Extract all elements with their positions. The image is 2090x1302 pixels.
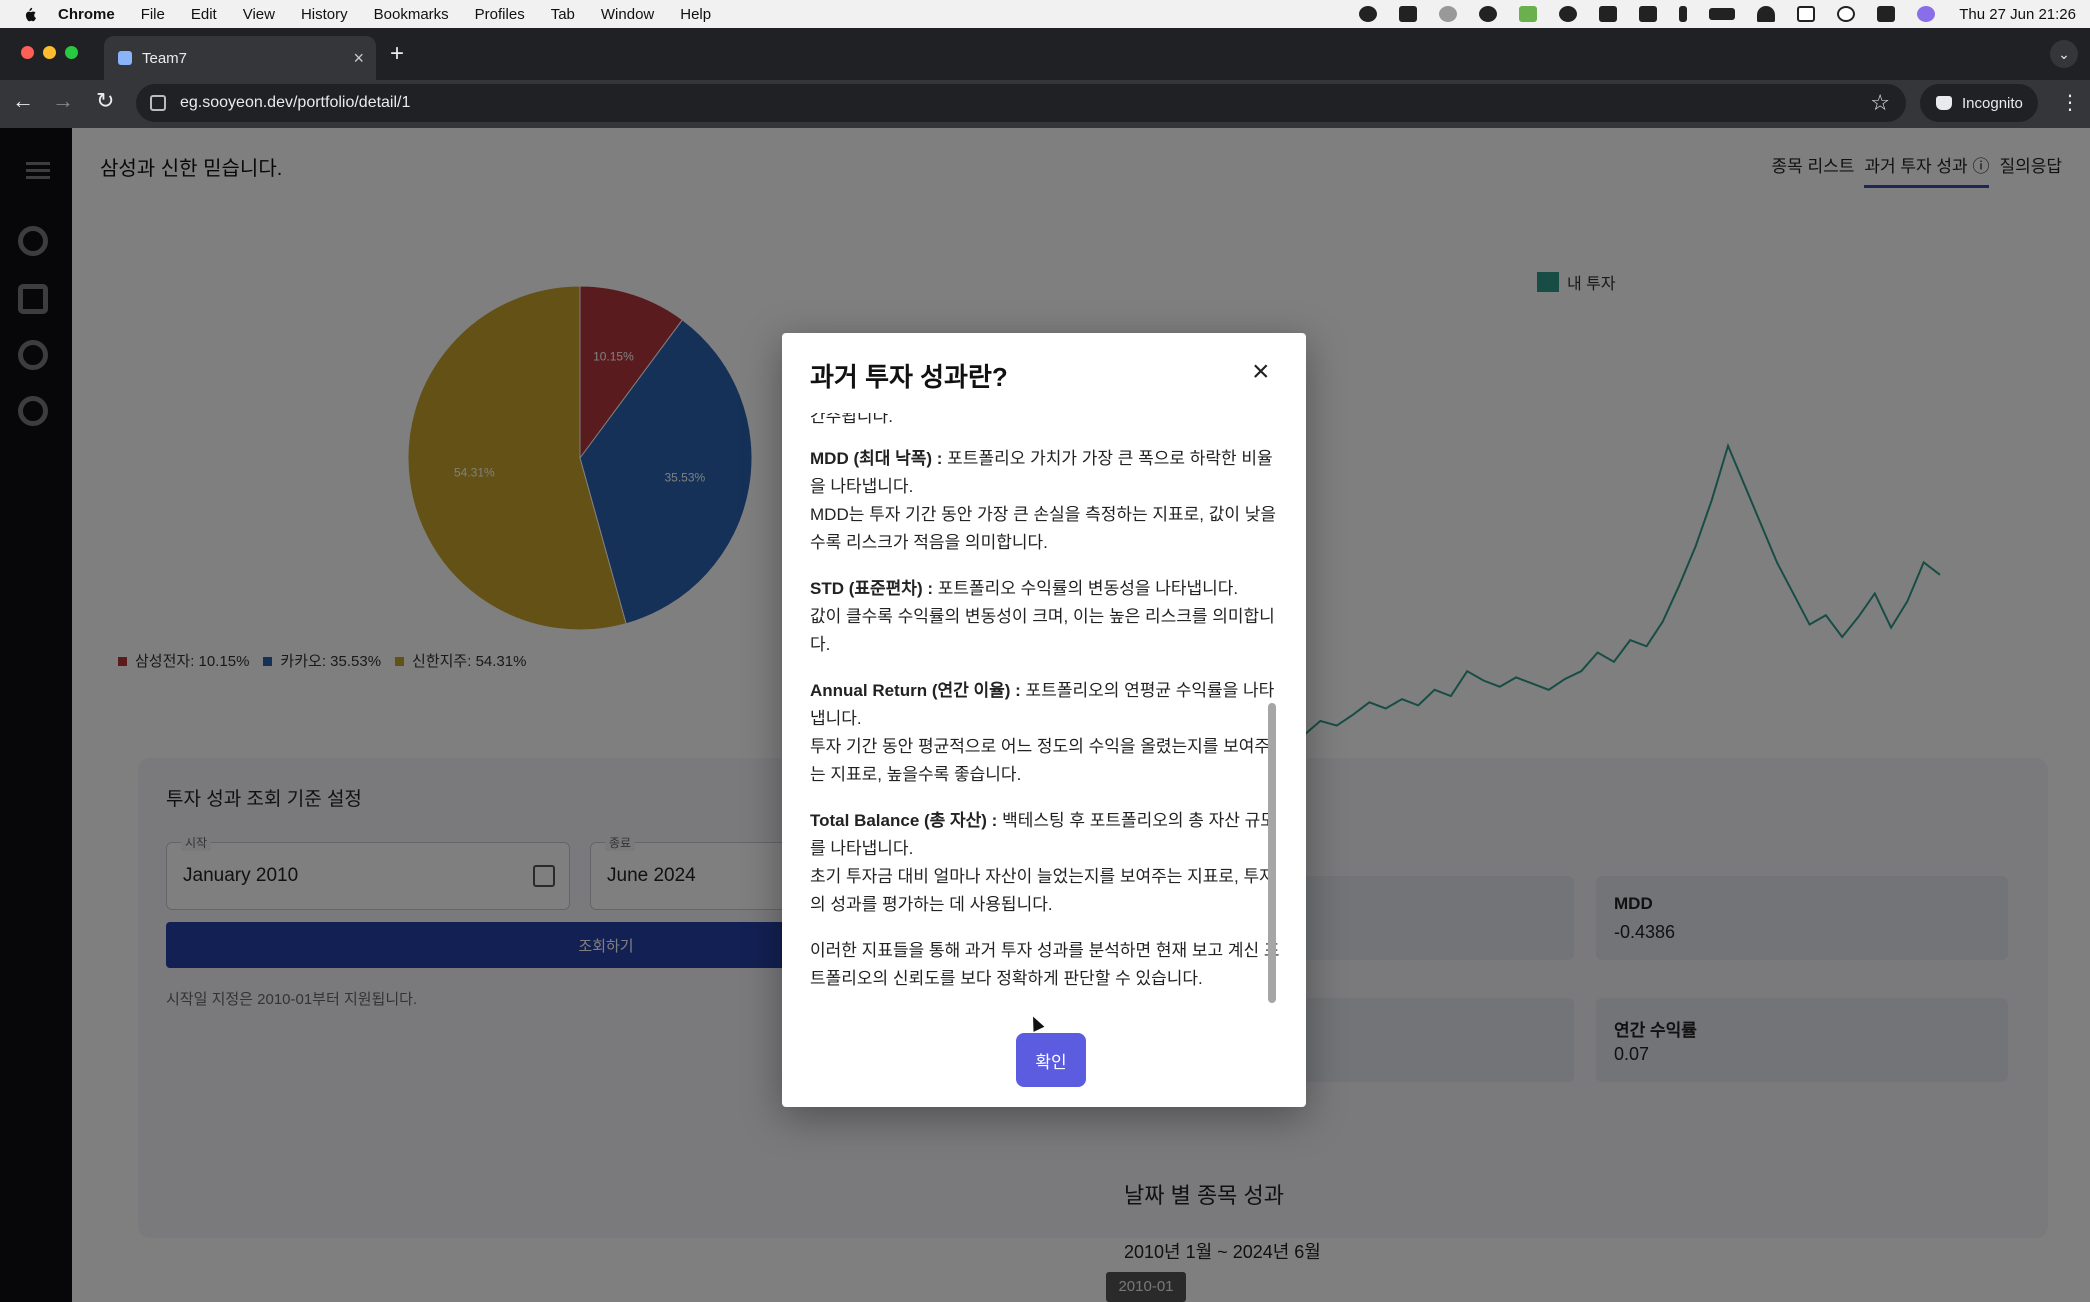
incognito-label: Incognito xyxy=(1962,94,2023,112)
menu-view[interactable]: View xyxy=(243,6,275,23)
metric-text: 포트폴리오 수익률의 변동성을 나타냅니다. xyxy=(933,579,1239,598)
siri-icon[interactable] xyxy=(1917,6,1936,22)
bluetooth-icon[interactable] xyxy=(1679,6,1688,22)
metric-description: MDD (최대 낙폭) : 포트폴리오 가치가 가장 큰 폭으로 하락한 비율을… xyxy=(810,445,1280,557)
menu-profiles[interactable]: Profiles xyxy=(475,6,525,23)
new-tab-button[interactable]: + xyxy=(390,40,404,68)
modal-body[interactable]: 간주됩니다. MDD (최대 낙폭) : 포트폴리오 가치가 가장 큰 폭으로 … xyxy=(810,413,1280,1003)
confirm-button[interactable]: 확인 xyxy=(1016,1033,1086,1087)
apple-icon[interactable] xyxy=(20,5,38,23)
tray-app-icon[interactable] xyxy=(1479,6,1498,22)
battery-icon[interactable] xyxy=(1709,8,1736,20)
metric-term: STD (표준편차) : xyxy=(810,579,933,598)
tray-app-icon[interactable] xyxy=(1519,6,1538,22)
tab-title: Team7 xyxy=(142,49,188,67)
tab-search-button[interactable]: ⌄ xyxy=(2050,40,2078,68)
site-info-icon[interactable] xyxy=(150,95,166,111)
tray-app-icon[interactable] xyxy=(1559,6,1578,22)
metric-description: STD (표준편차) : 포트폴리오 수익률의 변동성을 나타냅니다. 값이 클… xyxy=(810,575,1280,659)
control-center-icon[interactable] xyxy=(1877,6,1896,22)
spotlight-icon[interactable] xyxy=(1837,6,1856,22)
back-button[interactable]: ← xyxy=(12,88,34,114)
macos-menubar: Chrome File Edit View History Bookmarks … xyxy=(0,0,2090,28)
menu-help[interactable]: Help xyxy=(680,6,711,23)
modal-title: 과거 투자 성과란? xyxy=(810,362,1008,392)
chrome-menu-icon[interactable]: ⋮ xyxy=(2060,90,2080,115)
metric-detail: 투자 기간 동안 평균적으로 어느 정도의 수익을 올렸는지를 보여주는 지표로… xyxy=(810,737,1271,784)
menu-file[interactable]: File xyxy=(141,6,165,23)
menu-tab[interactable]: Tab xyxy=(551,6,575,23)
reload-button[interactable]: ↻ xyxy=(96,88,114,114)
url-text: eg.sooyeon.dev/portfolio/detail/1 xyxy=(180,94,411,111)
record-icon[interactable] xyxy=(1359,6,1378,22)
metric-detail: 초기 투자금 대비 얼마나 자산이 늘었는지를 보여주는 지표로, 투자의 성과… xyxy=(810,867,1275,914)
incognito-icon xyxy=(1936,96,1952,110)
close-window-button[interactable] xyxy=(21,46,34,59)
metric-term: MDD (최대 낙폭) : xyxy=(810,449,943,468)
closing-text: 이러한 지표들을 통해 과거 투자 성과를 분석하면 현재 보고 계신 포트폴리… xyxy=(810,941,1280,988)
info-modal: 과거 투자 성과란? × 간주됩니다. MDD (최대 낙폭) : 포트폴리오 … xyxy=(782,333,1306,1107)
metric-term: Annual Return (연간 이율) : xyxy=(810,681,1021,700)
close-icon[interactable]: × xyxy=(1252,355,1270,389)
browser-tab[interactable]: Team7 × xyxy=(104,36,376,80)
shield-icon[interactable] xyxy=(1599,6,1618,22)
wifi-icon[interactable] xyxy=(1757,6,1776,22)
tray-app-icon[interactable] xyxy=(1399,6,1418,22)
metric-term: Total Balance (총 자산) : xyxy=(810,811,998,830)
metric-description: Annual Return (연간 이율) : 포트폴리오의 연평균 수익률을 … xyxy=(810,677,1280,789)
tray-app-icon[interactable] xyxy=(1439,6,1458,22)
bookmark-star-icon[interactable]: ☆ xyxy=(1870,90,1890,116)
input-method-icon[interactable] xyxy=(1797,6,1816,22)
metric-description: Total Balance (총 자산) : 백테스팅 후 포트폴리오의 총 자… xyxy=(810,807,1280,919)
menu-window[interactable]: Window xyxy=(601,6,654,23)
grid-icon[interactable] xyxy=(1639,6,1658,22)
clock[interactable]: Thu 27 Jun 21:26 xyxy=(1959,6,2076,23)
modal-scrollbar[interactable] xyxy=(1268,703,1276,1003)
zoom-window-button[interactable] xyxy=(65,46,78,59)
tab-favicon-icon xyxy=(118,51,132,65)
close-tab-icon[interactable]: × xyxy=(353,48,364,69)
metric-detail: 값이 클수록 수익률의 변동성이 크며, 이는 높은 리스크를 의미합니다. xyxy=(810,607,1275,654)
minimize-window-button[interactable] xyxy=(43,46,56,59)
metric-detail: MDD는 투자 기간 동안 가장 큰 손실을 측정하는 지표로, 값이 낮을수록… xyxy=(810,505,1277,552)
partial-text: 간주됩니다. xyxy=(810,413,893,426)
address-bar[interactable]: eg.sooyeon.dev/portfolio/detail/1 ☆ xyxy=(136,84,1906,122)
menu-history[interactable]: History xyxy=(301,6,348,23)
menu-edit[interactable]: Edit xyxy=(191,6,217,23)
forward-button[interactable]: → xyxy=(52,88,74,114)
menu-bookmarks[interactable]: Bookmarks xyxy=(374,6,449,23)
menu-app-name[interactable]: Chrome xyxy=(58,6,115,23)
status-tray: Thu 27 Jun 21:26 xyxy=(1337,0,2076,28)
incognito-badge[interactable]: Incognito xyxy=(1920,84,2038,122)
